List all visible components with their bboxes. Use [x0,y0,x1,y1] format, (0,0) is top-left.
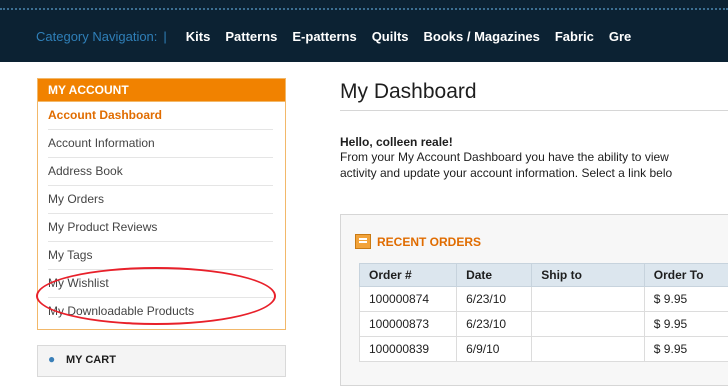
order-date-cell: 6/9/10 [457,337,532,362]
recent-orders-heading: RECENT ORDERS [355,234,481,249]
order-number-cell[interactable]: 100000873 [360,312,457,337]
order-date-cell: 6/23/10 [457,312,532,337]
table-row[interactable]: 100000874 6/23/10 $ 9.95 [360,287,728,312]
order-total-cell: $ 9.95 [644,312,728,337]
orders-list-icon [355,234,371,249]
column-header-order-number: Order # [360,264,457,287]
nav-item-patterns[interactable]: Patterns [225,29,277,44]
sidebar-item-my-product-reviews[interactable]: My Product Reviews [48,214,273,242]
recent-orders-title: RECENT ORDERS [377,235,481,249]
my-cart-heading: ● MY CART [38,346,285,366]
dotted-divider [0,8,728,10]
sidebar-item-my-orders[interactable]: My Orders [48,186,273,214]
category-navigation-bar: Category Navigation: | Kits Patterns E-p… [0,0,728,62]
nav-item-e-patterns[interactable]: E-patterns [292,29,356,44]
column-header-date: Date [457,264,532,287]
nav-separator: | [163,29,166,44]
sidebar-item-my-tags[interactable]: My Tags [48,242,273,270]
nav-item-books-magazines[interactable]: Books / Magazines [424,29,540,44]
intro-text-line-2: activity and update your account informa… [340,165,728,181]
my-cart-box: ● MY CART [37,345,286,377]
order-number-cell[interactable]: 100000874 [360,287,457,312]
ship-to-cell [532,287,645,312]
page-title: My Dashboard [340,80,728,111]
recent-orders-box: RECENT ORDERS Order # Date Ship to Order… [340,214,728,386]
order-total-cell: $ 9.95 [644,287,728,312]
table-row[interactable]: 100000873 6/23/10 $ 9.95 [360,312,728,337]
order-date-cell: 6/23/10 [457,287,532,312]
intro-text-line-1: From your My Account Dashboard you have … [340,149,728,165]
nav-item-kits[interactable]: Kits [186,29,211,44]
my-account-heading: MY ACCOUNT [38,79,285,102]
table-header-row: Order # Date Ship to Order To [360,264,728,287]
cart-icon: ● [48,352,55,366]
nav-item-quilts[interactable]: Quilts [372,29,409,44]
my-cart-title: MY CART [66,354,116,366]
ship-to-cell [532,312,645,337]
ship-to-cell [532,337,645,362]
order-total-cell: $ 9.95 [644,337,728,362]
nav-item-fabric[interactable]: Fabric [555,29,594,44]
sidebar-item-account-dashboard[interactable]: Account Dashboard [48,102,273,130]
table-row[interactable]: 100000839 6/9/10 $ 9.95 [360,337,728,362]
sidebar-item-account-information[interactable]: Account Information [48,130,273,158]
recent-orders-table: Order # Date Ship to Order To 100000874 … [359,263,728,362]
sidebar-item-address-book[interactable]: Address Book [48,158,273,186]
hello-message: Hello, colleen reale! [340,135,728,149]
category-nav-items: Category Navigation: | Kits Patterns E-p… [0,26,646,46]
nav-item-gre[interactable]: Gre [609,29,631,44]
main-content: My Dashboard Hello, colleen reale! From … [340,80,728,181]
category-navigation-label: Category Navigation: [36,29,157,44]
column-header-order-total: Order To [644,264,728,287]
highlight-ellipse [36,267,276,325]
account-sidebar: MY ACCOUNT Account Dashboard Account Inf… [37,78,286,377]
column-header-ship-to: Ship to [532,264,645,287]
order-number-cell[interactable]: 100000839 [360,337,457,362]
